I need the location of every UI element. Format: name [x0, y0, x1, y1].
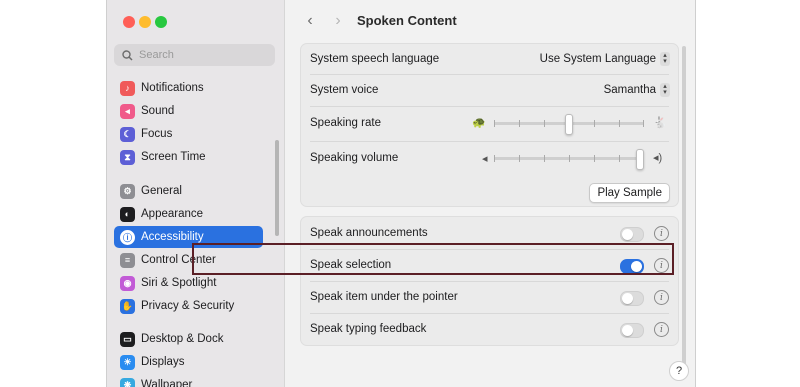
- speech-language-popup[interactable]: Use System Language ▴ ▾: [540, 52, 670, 66]
- sidebar-item-label: Siri & Spotlight: [141, 277, 217, 289]
- page-title: Spoken Content: [357, 13, 457, 28]
- play-sample-button[interactable]: Play Sample: [589, 183, 670, 203]
- divider: [310, 313, 669, 314]
- speech-language-row: System speech language Use System Langua…: [301, 49, 678, 69]
- sidebar-item-label: Privacy & Security: [141, 300, 235, 312]
- search-placeholder: Search: [139, 49, 174, 61]
- divider: [310, 281, 669, 282]
- speaking-rate-slider[interactable]: [494, 114, 644, 135]
- sidebar-item-label: Desktop & Dock: [141, 333, 224, 345]
- content-scrollbar[interactable]: [682, 46, 686, 374]
- sidebar-item-notifications[interactable]: ♪ Notifications: [114, 77, 263, 99]
- speak-options-group: Speak announcements i Speak selection i …: [300, 216, 679, 346]
- chevron-updown-icon: ▴ ▾: [660, 83, 670, 97]
- option-label: Speak item under the pointer: [310, 291, 458, 303]
- sidebar-item-label: Appearance: [141, 208, 204, 220]
- option-row: Speak item under the pointer i: [301, 287, 678, 307]
- sidebar-item-screen-time[interactable]: ⧗ Screen Time: [114, 146, 263, 168]
- sidebar-item-label: Accessibility: [141, 231, 204, 243]
- speak-announcements-toggle[interactable]: [620, 227, 644, 242]
- info-icon[interactable]: i: [654, 290, 669, 305]
- hourglass-icon: ⧗: [120, 149, 135, 165]
- sidebar-item-label: Sound: [141, 105, 175, 117]
- speaker-icon: ◂: [120, 103, 135, 119]
- sidebar-item-appearance[interactable]: ◐ Appearance: [114, 203, 263, 225]
- bell-icon: ♪: [120, 80, 135, 96]
- forward-button[interactable]: ›: [330, 12, 346, 30]
- sidebar-item-label: Focus: [141, 128, 173, 140]
- minimize-window-button[interactable]: [139, 16, 151, 28]
- speaking-volume-label: Speaking volume: [310, 152, 399, 164]
- content-pane: ‹ › Spoken Content System speech languag…: [285, 0, 695, 387]
- moon-icon: ☾: [120, 126, 135, 142]
- divider: [310, 106, 669, 107]
- sidebar-item-general[interactable]: ⚙ General: [114, 180, 263, 202]
- volume-low-icon: ◂: [482, 153, 488, 165]
- chevron-updown-icon: ▴ ▾: [660, 52, 670, 66]
- sidebar-scrollbar[interactable]: [275, 140, 279, 236]
- hand-icon: ✋: [120, 298, 135, 314]
- option-row: Speak typing feedback i: [301, 319, 678, 339]
- turtle-icon: 🐢: [472, 117, 486, 129]
- sidebar-item-label: Notifications: [141, 82, 204, 94]
- sidebar-item-sound[interactable]: ◂ Sound: [114, 100, 263, 122]
- back-button[interactable]: ‹: [302, 12, 318, 30]
- sidebar-item-label: General: [141, 185, 182, 197]
- rabbit-icon: 🐇: [653, 117, 667, 129]
- speak-selection-highlight-box: [192, 243, 674, 275]
- sidebar-item-label: Screen Time: [141, 151, 206, 163]
- sun-icon: ☀: [120, 354, 135, 370]
- help-button[interactable]: ?: [669, 361, 689, 381]
- option-row: Speak announcements i: [301, 223, 678, 243]
- appearance-icon: ◐: [120, 206, 135, 222]
- settings-window: Search ♪ Notifications ◂ Sound ☾ Focus ⧗…: [106, 0, 696, 387]
- search-input[interactable]: Search: [114, 44, 275, 66]
- wallpaper-icon: ❋: [120, 377, 135, 387]
- volume-high-icon: ◂): [653, 152, 663, 164]
- zoom-window-button[interactable]: [155, 16, 167, 28]
- sidebar-item-wallpaper[interactable]: ❋ Wallpaper: [114, 374, 263, 387]
- close-window-button[interactable]: [123, 16, 135, 28]
- accessibility-icon: ⓘ: [120, 229, 135, 245]
- info-icon[interactable]: i: [654, 322, 669, 337]
- sidebar-item-focus[interactable]: ☾ Focus: [114, 123, 263, 145]
- sidebar-item-desktop-dock[interactable]: ▭ Desktop & Dock: [114, 328, 263, 350]
- sidebar-item-privacy-security[interactable]: ✋ Privacy & Security: [114, 295, 263, 317]
- sidebar-item-label: Wallpaper: [141, 379, 193, 387]
- divider: [310, 74, 669, 75]
- system-voice-label: System voice: [310, 84, 379, 96]
- control-center-icon: ≡: [120, 252, 135, 268]
- search-icon: [120, 48, 134, 62]
- system-voice-row: System voice Samantha ▴ ▾: [301, 80, 678, 100]
- divider: [310, 141, 669, 142]
- sidebar-item-label: Displays: [141, 356, 185, 368]
- system-voice-value: Samantha: [603, 84, 656, 96]
- siri-icon: ◉: [120, 275, 135, 291]
- speaking-rate-label: Speaking rate: [310, 117, 381, 129]
- gear-icon: ⚙: [120, 183, 135, 199]
- sidebar: Search ♪ Notifications ◂ Sound ☾ Focus ⧗…: [107, 0, 285, 387]
- speaking-volume-slider[interactable]: [494, 149, 644, 170]
- option-label: Speak announcements: [310, 227, 428, 239]
- dock-icon: ▭: [120, 331, 135, 347]
- info-icon[interactable]: i: [654, 226, 669, 241]
- sidebar-item-siri-spotlight[interactable]: ◉ Siri & Spotlight: [114, 272, 263, 294]
- sidebar-item-displays[interactable]: ☀ Displays: [114, 351, 263, 373]
- slider-knob[interactable]: [565, 114, 573, 135]
- system-voice-popup[interactable]: Samantha ▴ ▾: [604, 83, 670, 97]
- speak-pointer-item-toggle[interactable]: [620, 291, 644, 306]
- speech-settings-group: System speech language Use System Langua…: [300, 43, 679, 207]
- speak-typing-feedback-toggle[interactable]: [620, 323, 644, 338]
- option-label: Speak typing feedback: [310, 323, 427, 335]
- speech-language-value: Use System Language: [539, 53, 656, 65]
- slider-knob[interactable]: [635, 149, 644, 170]
- speech-language-label: System speech language: [310, 53, 440, 65]
